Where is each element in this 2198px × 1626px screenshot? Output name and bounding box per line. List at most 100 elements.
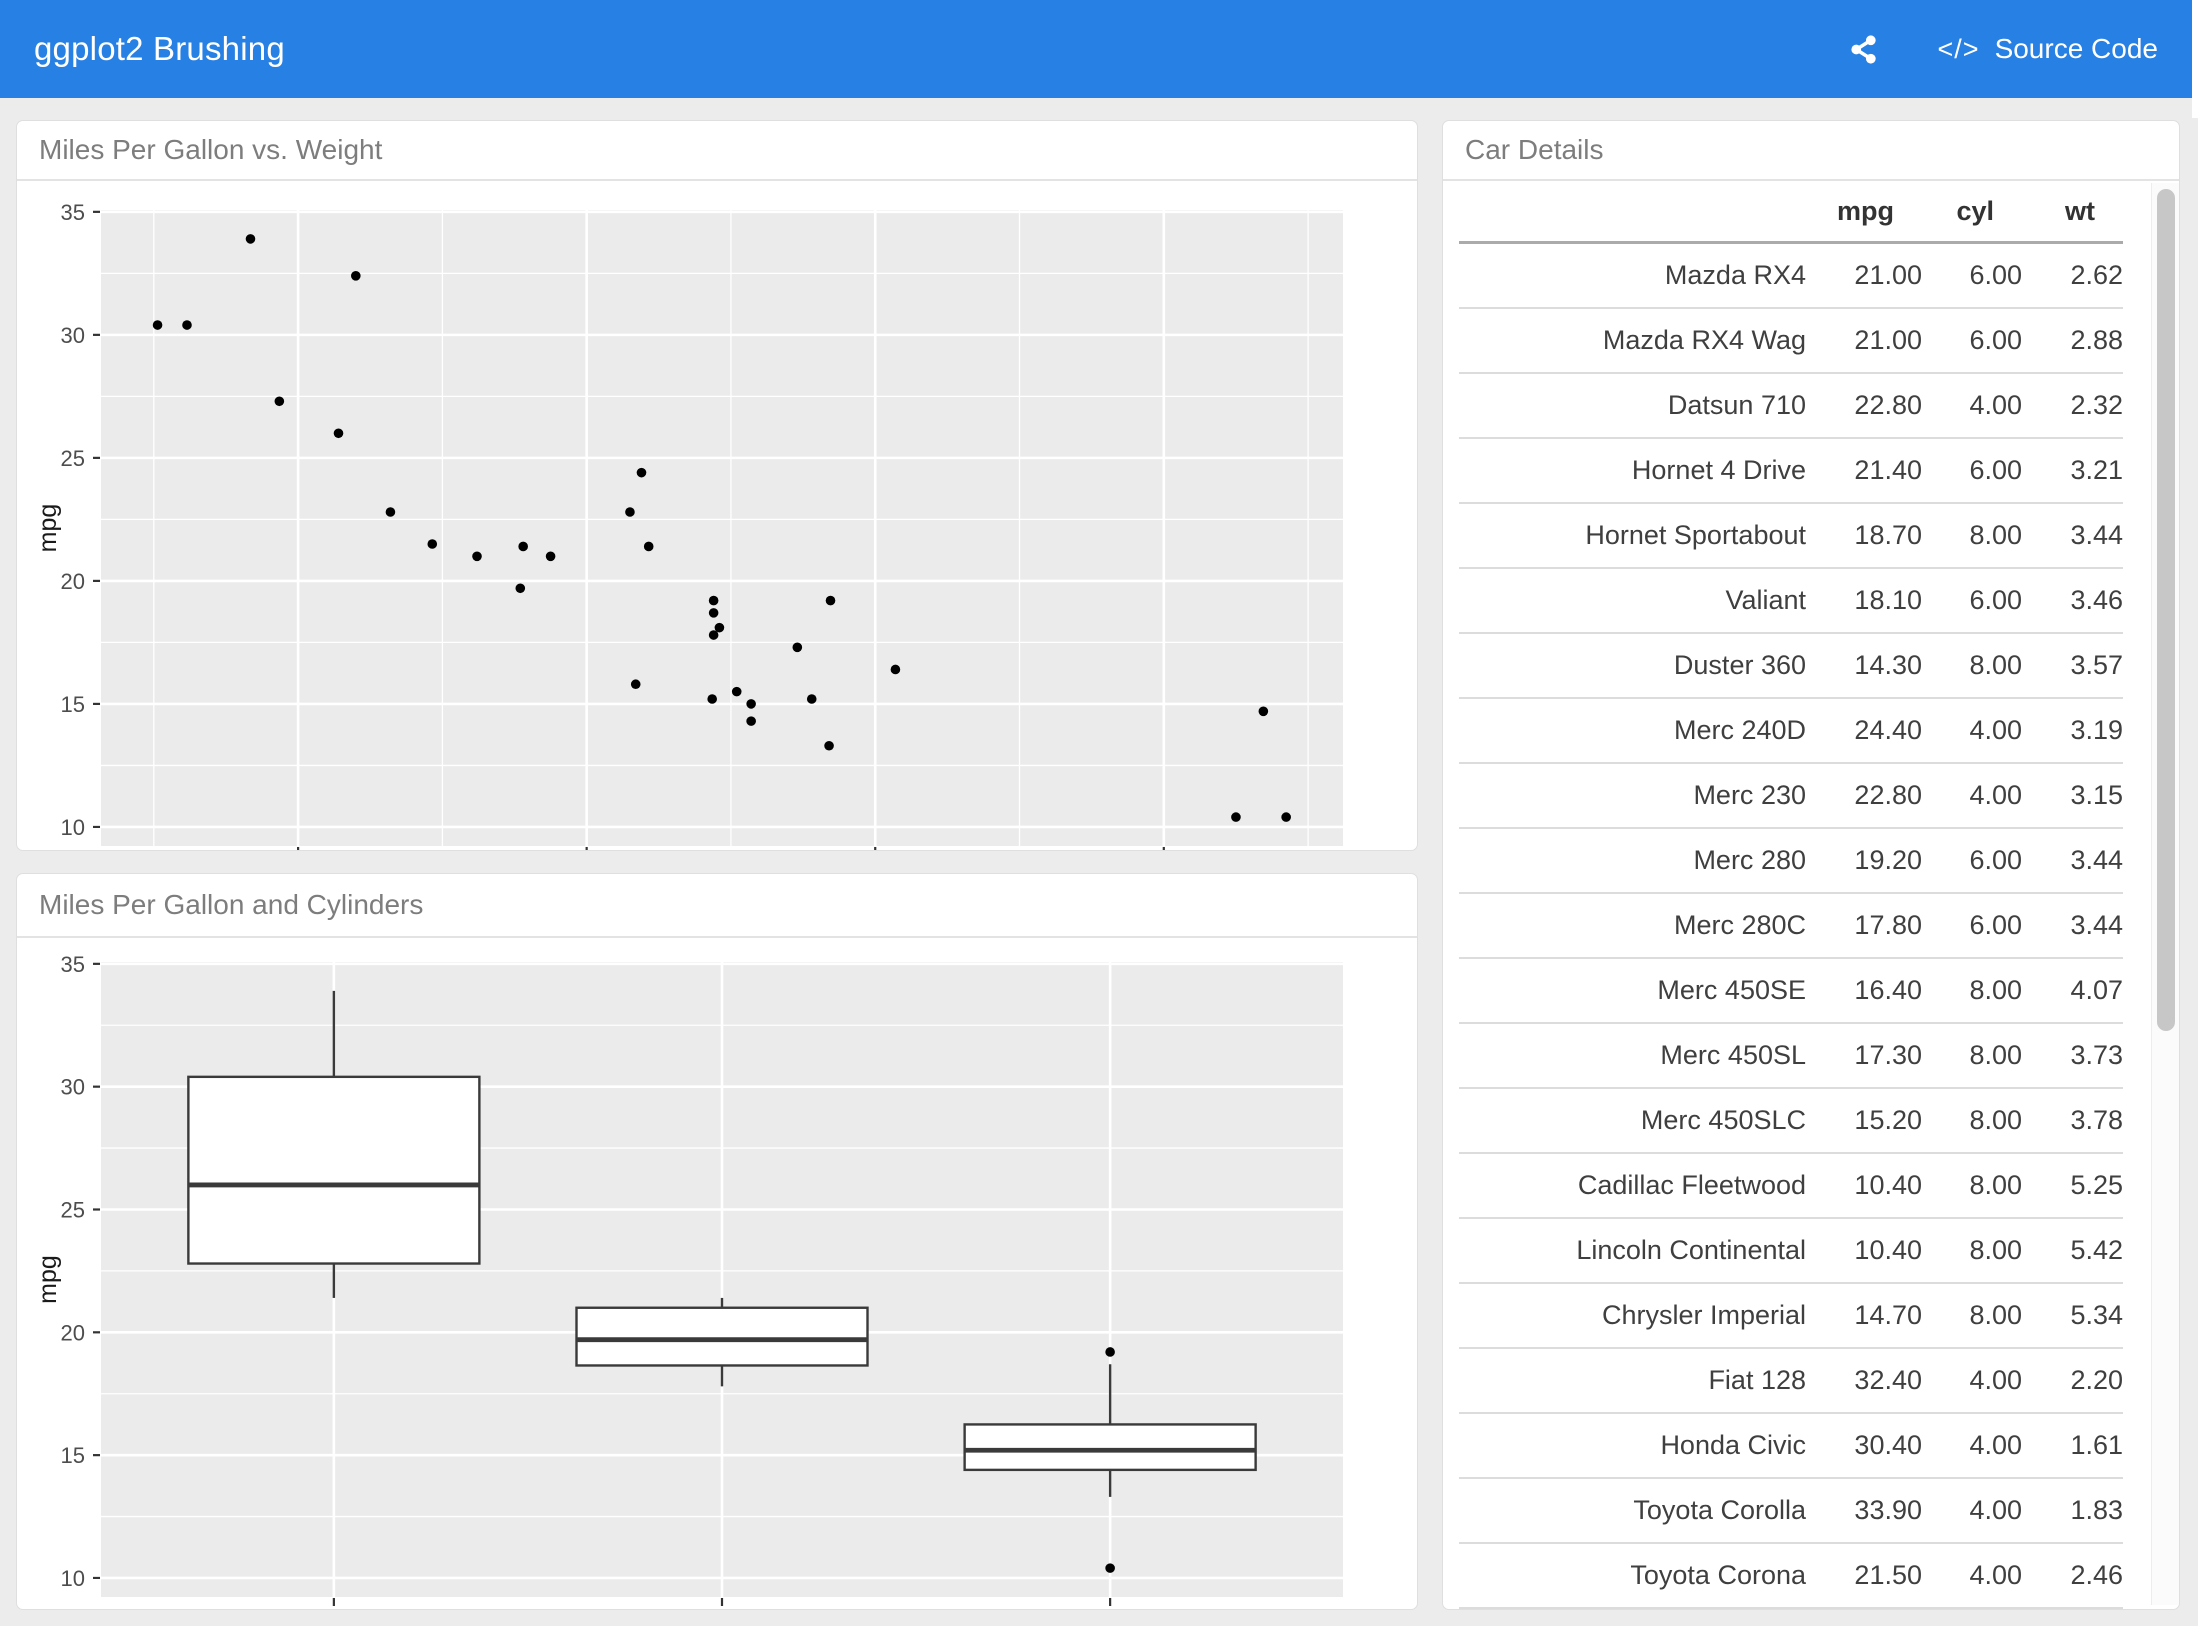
mpg-value: 21.00 [1806,308,1922,373]
svg-text:mpg: mpg [34,504,62,553]
table-row: Hornet Sportabout18.708.003.44 [1459,503,2123,568]
cyl-value: 8.00 [1922,503,2022,568]
cyl-value: 8.00 [1922,1088,2022,1153]
svg-text:mpg: mpg [34,1255,62,1304]
table-row: Honda Civic30.404.001.61 [1459,1413,2123,1478]
mpg-by-cylinders-boxplot[interactable]: 101520253035468mpg [17,938,1417,1610]
table-row: Duster 36014.308.003.57 [1459,633,2123,698]
cyl-value: 6.00 [1922,828,2022,893]
wt-value: 5.34 [2022,1283,2123,1348]
mpg-value: 21.40 [1806,438,1922,503]
row-name-column-header [1459,181,1806,243]
table-row: Toyota Corolla33.904.001.83 [1459,1478,2123,1543]
table-row: Merc 450SE16.408.004.07 [1459,958,2123,1023]
table-row: Cadillac Fleetwood10.408.005.25 [1459,1153,2123,1218]
cyl-value: 6.00 [1922,438,2022,503]
mpg-value: 16.40 [1806,958,1922,1023]
car-table-body: Mazda RX421.006.002.62Mazda RX4 Wag21.00… [1459,243,2123,1609]
share-icon[interactable] [1847,32,1882,67]
car-name: Fiat 128 [1459,1348,1806,1413]
code-icon: </> [1938,34,1980,65]
svg-text:10: 10 [61,815,85,840]
mpg-value: 21.50 [1806,1543,1922,1608]
car-details-card-title: Car Details [1443,121,2179,181]
car-name: Merc 280C [1459,893,1806,958]
cyl-value: 8.00 [1922,1153,2022,1218]
mpg-value: 14.70 [1806,1283,1922,1348]
table-row: Merc 28019.206.003.44 [1459,828,2123,893]
cyl-value: 6.00 [1922,893,2022,958]
wt-value: 3.44 [2022,828,2123,893]
car-name: Hornet 4 Drive [1459,438,1806,503]
svg-text:30: 30 [61,323,85,348]
cyl-value: 8.00 [1922,633,2022,698]
column-header-mpg: mpg [1806,181,1922,243]
cyl-value: 6.00 [1922,308,2022,373]
wt-value: 3.44 [2022,503,2123,568]
table-row: Valiant18.106.003.46 [1459,568,2123,633]
car-name: Valiant [1459,568,1806,633]
table-row: Datsun 71022.804.002.32 [1459,373,2123,438]
car-table-scroll-area[interactable]: mpgcylwt Mazda RX421.006.002.62Mazda RX4… [1443,181,2179,1609]
table-row: Fiat 12832.404.002.20 [1459,1348,2123,1413]
cyl-value: 4.00 [1922,1348,2022,1413]
car-name: Mazda RX4 [1459,243,1806,309]
table-row: Merc 23022.804.003.15 [1459,763,2123,828]
svg-text:20: 20 [61,569,85,594]
svg-text:15: 15 [61,1443,85,1468]
svg-text:30: 30 [61,1075,85,1100]
app-title: ggplot2 Brushing [34,30,285,68]
car-name: Duster 360 [1459,633,1806,698]
svg-text:20: 20 [61,1320,85,1345]
wt-value: 3.46 [2022,568,2123,633]
mpg-value: 14.30 [1806,633,1922,698]
source-code-label: Source Code [1995,33,2158,65]
cyl-value: 4.00 [1922,698,2022,763]
cyl-value: 4.00 [1922,1543,2022,1608]
svg-text:10: 10 [61,1566,85,1591]
car-name: Merc 280 [1459,828,1806,893]
wt-value: 2.32 [2022,373,2123,438]
wt-value: 2.88 [2022,308,2123,373]
wt-value: 3.21 [2022,438,2123,503]
car-name: Datsun 710 [1459,373,1806,438]
table-scrollbar-thumb[interactable] [2157,189,2175,1031]
mpg-value: 24.40 [1806,698,1922,763]
wt-value: 3.15 [2022,763,2123,828]
scatter-card: Miles Per Gallon vs. Weight 101520253035… [16,120,1418,851]
wt-value: 1.83 [2022,1478,2123,1543]
car-name: Toyota Corolla [1459,1478,1806,1543]
cyl-value: 4.00 [1922,1478,2022,1543]
car-name: Toyota Corona [1459,1543,1806,1608]
car-name: Mazda RX4 Wag [1459,308,1806,373]
wt-value: 1.61 [2022,1413,2123,1478]
mpg-value: 21.00 [1806,243,1922,309]
wt-value: 2.62 [2022,243,2123,309]
svg-text:25: 25 [61,1197,85,1222]
cyl-value: 4.00 [1922,373,2022,438]
table-row: Lincoln Continental10.408.005.42 [1459,1218,2123,1283]
wt-value: 2.46 [2022,1543,2123,1608]
mpg-value: 19.20 [1806,828,1922,893]
wt-value: 3.44 [2022,893,2123,958]
wt-value: 3.57 [2022,633,2123,698]
svg-text:25: 25 [61,446,85,471]
car-details-card: Car Details mpgcylwt Mazda RX421.006.002… [1442,120,2180,1610]
mpg-value: 17.30 [1806,1023,1922,1088]
mpg-value: 32.40 [1806,1348,1922,1413]
mpg-value: 33.90 [1806,1478,1922,1543]
mpg-value: 22.80 [1806,763,1922,828]
car-name: Honda Civic [1459,1413,1806,1478]
cyl-value: 8.00 [1922,1023,2022,1088]
wt-value: 2.20 [2022,1348,2123,1413]
app-header: ggplot2 Brushing </> Source Code [0,0,2192,98]
table-row: Merc 450SL17.308.003.73 [1459,1023,2123,1088]
car-name: Chrysler Imperial [1459,1283,1806,1348]
column-header-cyl: cyl [1922,181,2022,243]
mpg-vs-weight-scatter-plot[interactable]: 1015202530352345mpg [17,181,1417,851]
boxplot-card-title: Miles Per Gallon and Cylinders [17,874,1417,938]
column-header-wt: wt [2022,181,2123,243]
source-code-link[interactable]: </> Source Code [1938,33,2158,65]
cyl-value: 6.00 [1922,568,2022,633]
table-row: Hornet 4 Drive21.406.003.21 [1459,438,2123,503]
